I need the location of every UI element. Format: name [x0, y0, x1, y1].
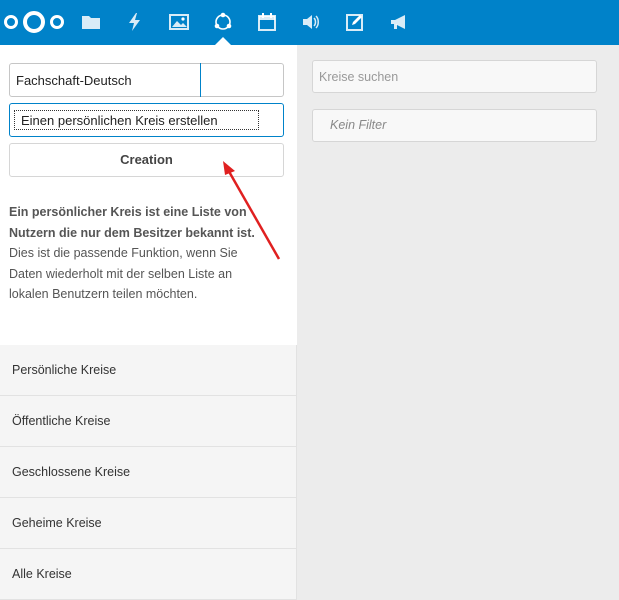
audio-icon[interactable]	[299, 10, 323, 34]
filter-public-circles[interactable]: Öffentliche Kreise	[0, 396, 297, 447]
circle-type-description: Ein persönlicher Kreis ist eine Liste vo…	[9, 202, 259, 305]
gallery-icon[interactable]	[167, 10, 191, 34]
left-panel: Einen persönlichen Kreis erstellen Creat…	[0, 45, 297, 600]
announcements-icon[interactable]	[387, 10, 411, 34]
text-cursor	[200, 63, 201, 97]
activity-icon[interactable]	[123, 10, 147, 34]
description-text: Dies ist die passende Funktion, wenn Sie…	[9, 246, 238, 301]
files-icon[interactable]	[79, 10, 103, 34]
circle-filter-select[interactable]: Kein Filter	[312, 109, 597, 142]
filter-all-circles[interactable]: Alle Kreise	[0, 549, 297, 600]
active-app-indicator	[215, 37, 231, 45]
creation-button[interactable]: Creation	[9, 143, 284, 177]
description-heading: Ein persönlicher Kreis ist eine Liste vo…	[9, 205, 255, 240]
notes-icon[interactable]	[343, 10, 367, 34]
create-circle-area: Einen persönlichen Kreis erstellen Creat…	[0, 45, 297, 345]
nextcloud-logo[interactable]	[3, 10, 65, 34]
circles-icon[interactable]	[211, 10, 235, 34]
circle-search-input[interactable]	[312, 60, 597, 93]
circle-type-selected-value: Einen persönlichen Kreis erstellen	[14, 110, 259, 130]
top-bar	[0, 0, 619, 45]
filter-secret-circles[interactable]: Geheime Kreise	[0, 498, 297, 549]
circle-filter-list: Persönliche Kreise Öffentliche Kreise Ge…	[0, 345, 297, 600]
calendar-icon[interactable]	[255, 10, 279, 34]
filter-closed-circles[interactable]: Geschlossene Kreise	[0, 447, 297, 498]
circle-name-field[interactable]	[9, 63, 284, 97]
filter-personal-circles[interactable]: Persönliche Kreise	[0, 345, 297, 396]
